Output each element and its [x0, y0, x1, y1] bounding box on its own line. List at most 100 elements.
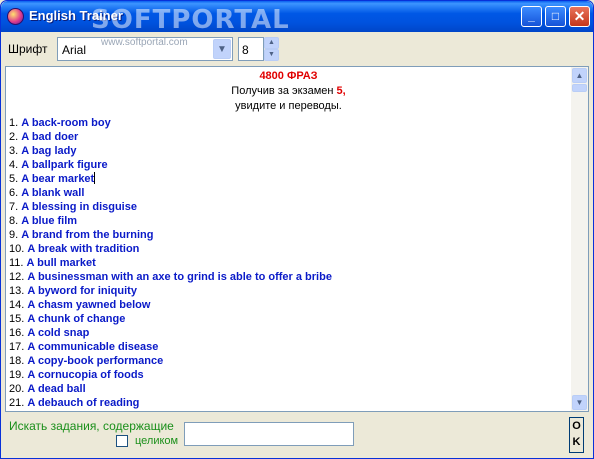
translation-hint: увидите и переводы.	[235, 100, 342, 112]
phrase-item: 17. A communicable disease	[6, 340, 571, 354]
ok-button-label-top: O	[572, 420, 581, 432]
app-logo-icon[interactable]	[7, 8, 24, 25]
phrase-number: 17.	[9, 341, 25, 353]
search-label: Искать задания, содержащие	[9, 419, 174, 433]
phrase-item: 8. A blue film	[6, 214, 571, 228]
phrase-text: A byword for iniquity	[27, 285, 137, 297]
font-label: Шрифт	[8, 42, 48, 56]
watermark: SOFTPORTAL	[91, 5, 290, 35]
phrase-text: A blessing in disguise	[21, 201, 137, 213]
phrase-number: 18.	[9, 355, 25, 367]
watermark-url: www.softportal.com	[101, 37, 188, 48]
phrase-list: 1. A back-room boy 2. A bad doer 3. A bag …	[6, 116, 571, 410]
phrase-text: A break with tradition	[27, 243, 140, 255]
phrase-item: 10. A break with tradition	[6, 242, 571, 256]
spin-up-icon[interactable]: ▲	[264, 37, 279, 49]
phrase-number: 15.	[9, 313, 25, 325]
font-size-field[interactable]: 8	[238, 37, 264, 61]
phrase-text: A dead ball	[27, 383, 86, 395]
phrase-item: 7. A blessing in disguise	[6, 200, 571, 214]
phrase-number: 19.	[9, 369, 25, 381]
phrase-text: A debauch of reading	[27, 397, 140, 409]
phrase-item: 5. A bear market	[6, 172, 571, 186]
phrase-number: 10.	[9, 243, 25, 255]
exam-grade: 5,	[336, 85, 346, 97]
scroll-up-icon[interactable]: ▲	[572, 68, 587, 83]
maximize-button[interactable]: □	[545, 6, 566, 27]
phrase-text: A chasm yawned below	[27, 299, 151, 311]
phrase-number: 14.	[9, 299, 25, 311]
phrase-number: 6.	[9, 187, 19, 199]
font-toolbar: Шрифт Arial ▼ www.softportal.com 8 ▲ ▼	[1, 32, 593, 66]
phrase-item: 9. A brand from the burning	[6, 228, 571, 242]
font-family-value: Arial	[62, 43, 87, 57]
phrase-number: 7.	[9, 201, 19, 213]
phrase-number: 16.	[9, 327, 25, 339]
phrase-item: 3. A bag lady	[6, 144, 571, 158]
ok-button-label-bottom: K	[572, 436, 581, 448]
phrase-text: A communicable disease	[27, 341, 159, 353]
scroll-down-icon[interactable]: ▼	[572, 395, 587, 410]
phrase-item: 12. A businessman with an axe to grind i…	[6, 270, 571, 284]
phrase-item: 15. A chunk of change	[6, 312, 571, 326]
phrase-item: 13. A byword for iniquity	[6, 284, 571, 298]
exam-hint-text: Получив за экзамен	[231, 85, 337, 97]
search-panel: Искать задания, содержащие целиком O K	[1, 413, 593, 458]
phrase-item: 21. A debauch of reading	[6, 396, 571, 410]
phrase-text: A businessman with an axe to grind is ab…	[27, 271, 332, 283]
phrase-text-area[interactable]: 4800 ФРАЗ Получив за экзамен 5, увидите …	[5, 66, 589, 412]
exam-hint: Получив за экзамен 5,	[6, 84, 571, 99]
phrase-text: A ballpark figure	[21, 159, 108, 171]
app-window: English Trainer SOFTPORTAL _ □ ✕ Шрифт A…	[0, 0, 594, 459]
phrase-item: 14. A chasm yawned below	[6, 298, 571, 312]
phrase-text: A cornucopia of foods	[27, 369, 144, 381]
chevron-down-icon[interactable]: ▼	[213, 39, 231, 59]
phrase-text-content: 4800 ФРАЗ Получив за экзамен 5, увидите …	[6, 67, 571, 411]
phrase-text: A back-room boy	[21, 117, 111, 129]
phrase-item: 4. A ballpark figure	[6, 158, 571, 172]
minimize-button[interactable]: _	[521, 6, 542, 27]
close-button[interactable]: ✕	[569, 6, 590, 27]
phrase-item: 1. A back-room boy	[6, 116, 571, 130]
phrase-item: 2. A bad doer	[6, 130, 571, 144]
phrase-item: 11. A bull market	[6, 256, 571, 270]
font-size-value: 8	[242, 43, 249, 57]
ok-button[interactable]: O K	[569, 417, 584, 453]
phrase-item: 6. A blank wall	[6, 186, 571, 200]
phrase-number: 4.	[9, 159, 19, 171]
title-bar[interactable]: English Trainer SOFTPORTAL _ □ ✕	[1, 1, 593, 35]
phrase-item: 19. A cornucopia of foods	[6, 368, 571, 382]
phrase-text: A copy-book performance	[27, 355, 164, 367]
phrase-number: 5.	[9, 173, 19, 185]
phrase-number: 12.	[9, 271, 25, 283]
phrase-number: 21.	[9, 397, 25, 409]
scroll-thumb[interactable]	[572, 84, 587, 92]
phrase-number: 2.	[9, 131, 19, 143]
phrase-count: 4800 ФРАЗ	[259, 70, 318, 82]
phrase-item: 20. A dead ball	[6, 382, 571, 396]
phrase-number: 13.	[9, 285, 25, 297]
phrase-text: A bull market	[26, 257, 96, 269]
phrase-number: 9.	[9, 229, 19, 241]
phrase-text: A blank wall	[21, 187, 85, 199]
phrase-number: 20.	[9, 383, 25, 395]
phrase-number: 11.	[9, 257, 24, 269]
text-caret	[94, 172, 96, 184]
search-input[interactable]	[184, 422, 354, 446]
vertical-scrollbar[interactable]: ▲ ▼	[571, 67, 588, 411]
phrase-text: A brand from the burning	[21, 229, 154, 241]
phrase-item: 16. A cold snap	[6, 326, 571, 340]
phrase-text: A blue film	[21, 215, 78, 227]
phrase-text: A cold snap	[27, 327, 90, 339]
phrase-item: 18. A copy-book performance	[6, 354, 571, 368]
spin-down-icon[interactable]: ▼	[264, 49, 279, 61]
font-size-spinner[interactable]: ▲ ▼	[264, 37, 279, 61]
whole-word-label: целиком	[135, 435, 179, 447]
phrase-text: A bad doer	[21, 131, 79, 143]
phrase-number: 3.	[9, 145, 19, 157]
phrase-text: A bear market	[21, 173, 95, 185]
whole-word-checkbox[interactable]	[116, 435, 128, 447]
phrase-number: 1.	[9, 117, 19, 129]
phrase-text: A bag lady	[21, 145, 77, 157]
phrase-text: A chunk of change	[27, 313, 126, 325]
